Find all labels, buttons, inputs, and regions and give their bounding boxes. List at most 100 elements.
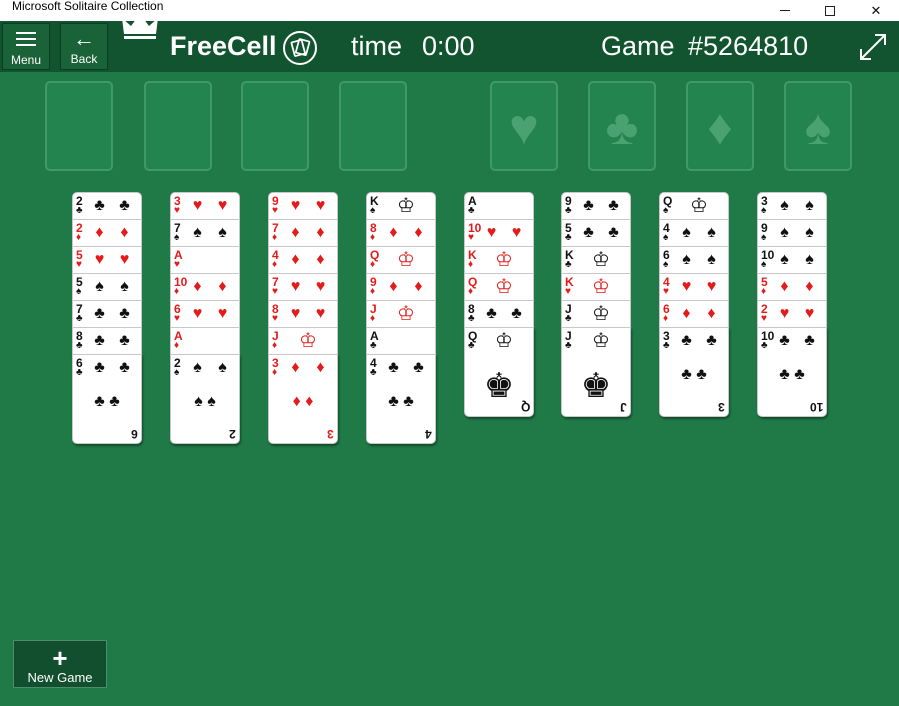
card-center-pips: ♣ ♣ — [388, 393, 414, 410]
new-game-button[interactable]: + New Game — [13, 640, 107, 688]
playing-card[interactable]: J ♣ ♔ ♚ J — [561, 327, 631, 417]
playing-card[interactable]: Q ♠ ♔ — [659, 192, 729, 221]
playing-card[interactable]: 4 ♥ ♥ ♥ — [659, 273, 729, 302]
playing-card[interactable]: 3 ♥ ♥ ♥ — [170, 192, 240, 221]
playing-card[interactable]: A ♣ — [366, 327, 436, 356]
playing-card[interactable]: 2 ♠ ♠ ♠ ♠ ♠ 2 — [170, 354, 240, 444]
game-title: FreeCell — [170, 31, 277, 61]
card-pips: ♣ ♣ — [94, 359, 130, 376]
card-suit-icon: ♣ — [468, 313, 475, 324]
playing-card[interactable]: 3 ♦ ♦ ♦ ♦ ♦ 3 — [268, 354, 338, 444]
playing-card[interactable]: 2 ♣ ♣ ♣ — [72, 192, 142, 221]
game-mode-badge-icon[interactable] — [283, 31, 317, 65]
card-suit-icon: ♦ — [76, 232, 82, 243]
playing-card[interactable]: 10 ♥ ♥ ♥ — [464, 219, 534, 248]
menu-button[interactable]: Menu — [2, 23, 50, 70]
playing-card[interactable]: Q ♦ ♔ — [366, 246, 436, 275]
playing-card[interactable]: 4 ♣ ♣ ♣ ♣ ♣ 4 — [366, 354, 436, 444]
playing-card[interactable]: 10 ♣ ♣ ♣ ♣ ♣ 10 — [757, 327, 827, 417]
club-suit-icon: ♣ — [605, 99, 639, 155]
card-pips: ♣ ♣ — [94, 305, 130, 322]
foundation-diamonds[interactable]: ♦ — [686, 81, 754, 171]
card-suit-icon: ♦ — [370, 232, 376, 243]
playing-card[interactable]: 4 ♦ ♦ ♦ — [268, 246, 338, 275]
fullscreen-icon[interactable] — [858, 32, 888, 62]
playing-card[interactable]: 9 ♥ ♥ ♥ — [268, 192, 338, 221]
back-button[interactable]: ← Back — [60, 23, 108, 70]
playing-card[interactable]: J ♣ ♔ — [561, 300, 631, 329]
playing-card[interactable]: 2 ♥ ♥ ♥ — [757, 300, 827, 329]
playing-card[interactable]: J ♦ ♔ — [366, 300, 436, 329]
playing-card[interactable]: 10 ♦ ♦ ♦ — [170, 273, 240, 302]
close-button[interactable]: ✕ — [853, 0, 899, 21]
playing-card[interactable]: Q ♦ ♔ — [464, 273, 534, 302]
card-pips: ♦ ♦ — [291, 359, 325, 376]
free-cell-4[interactable] — [339, 81, 407, 171]
playing-card[interactable]: 9 ♣ ♣ ♣ — [561, 192, 631, 221]
playing-card[interactable]: 6 ♣ ♣ ♣ ♣ ♣ 6 — [72, 354, 142, 444]
hamburger-icon — [16, 32, 36, 50]
playing-card[interactable]: J ♦ ♔ — [268, 327, 338, 356]
playing-card[interactable]: 8 ♦ ♦ ♦ — [366, 219, 436, 248]
playing-card[interactable]: 9 ♦ ♦ ♦ — [366, 273, 436, 302]
playing-card[interactable]: 6 ♦ ♦ ♦ — [659, 300, 729, 329]
card-suit-icon: ♣ — [76, 205, 83, 216]
playing-card[interactable]: 10 ♠ ♠ ♠ — [757, 246, 827, 275]
foundation-clubs[interactable]: ♣ — [588, 81, 656, 171]
card-pips: ♠ ♠ — [682, 224, 716, 241]
free-cell-2[interactable] — [144, 81, 212, 171]
time-value: 0:00 — [422, 31, 475, 61]
playing-card[interactable]: 7 ♣ ♣ ♣ — [72, 300, 142, 329]
card-suit-icon: ♣ — [76, 340, 83, 351]
playing-card[interactable]: 5 ♦ ♦ ♦ — [757, 273, 827, 302]
card-pips: ♥ ♥ — [290, 197, 326, 214]
card-pips: ♔ — [592, 303, 610, 325]
playing-card[interactable]: 7 ♦ ♦ ♦ — [268, 219, 338, 248]
playing-card[interactable]: 4 ♠ ♠ ♠ — [659, 219, 729, 248]
playing-card[interactable]: 7 ♠ ♠ ♠ — [170, 219, 240, 248]
free-cell-1[interactable] — [45, 81, 113, 171]
playing-card[interactable]: 5 ♠ ♠ ♠ — [72, 273, 142, 302]
foundation-hearts[interactable]: ♥ — [490, 81, 558, 171]
playing-card[interactable]: 8 ♥ ♥ ♥ — [268, 300, 338, 329]
maximize-button[interactable] — [807, 0, 853, 21]
playing-card[interactable]: A ♥ — [170, 246, 240, 275]
playing-card[interactable]: 8 ♣ ♣ ♣ — [464, 300, 534, 329]
card-suit-icon: ♦ — [370, 259, 376, 270]
playing-card[interactable]: 3 ♣ ♣ ♣ ♣ ♣ 3 — [659, 327, 729, 417]
minimize-button[interactable] — [762, 0, 808, 21]
playing-card[interactable]: 6 ♠ ♠ ♠ — [659, 246, 729, 275]
playing-card[interactable]: K ♥ ♔ — [561, 273, 631, 302]
playing-card[interactable]: A ♦ — [170, 327, 240, 356]
card-suit-icon: ♠ — [370, 205, 376, 216]
playing-card[interactable]: Q ♣ ♔ ♚ Q — [464, 327, 534, 417]
heart-suit-icon: ♥ — [509, 99, 539, 155]
card-pips: ♔ — [299, 330, 317, 352]
playing-card[interactable]: 3 ♠ ♠ ♠ — [757, 192, 827, 221]
card-suit-icon: ♣ — [761, 340, 768, 351]
playing-card[interactable]: 9 ♠ ♠ ♠ — [757, 219, 827, 248]
card-pips: ♣ ♣ — [583, 224, 619, 241]
card-pips: ♦ ♦ — [95, 224, 129, 241]
card-rank-bottom: 3 — [327, 427, 334, 441]
playing-card[interactable]: K ♦ ♔ — [464, 246, 534, 275]
card-suit-icon: ♦ — [663, 313, 669, 324]
playing-card[interactable]: 6 ♥ ♥ ♥ — [170, 300, 240, 329]
playing-card[interactable]: 7 ♥ ♥ ♥ — [268, 273, 338, 302]
card-suit-icon: ♣ — [468, 340, 475, 351]
playing-card[interactable]: 8 ♣ ♣ ♣ — [72, 327, 142, 356]
card-pips: ♔ — [397, 249, 415, 271]
playing-card[interactable]: A ♣ — [464, 192, 534, 221]
card-suit-icon: ♦ — [272, 340, 278, 351]
foundation-spades[interactable]: ♠ — [784, 81, 852, 171]
playing-card[interactable]: 2 ♦ ♦ ♦ — [72, 219, 142, 248]
playing-card[interactable]: K ♠ ♔ — [366, 192, 436, 221]
card-pips: ♦ ♦ — [389, 278, 423, 295]
card-pips: ♥ ♥ — [290, 278, 326, 295]
playing-card[interactable]: K ♣ ♔ — [561, 246, 631, 275]
card-suit-icon: ♣ — [565, 259, 572, 270]
card-suit-icon: ♣ — [468, 205, 475, 216]
free-cell-3[interactable] — [241, 81, 309, 171]
playing-card[interactable]: 5 ♥ ♥ ♥ — [72, 246, 142, 275]
playing-card[interactable]: 5 ♣ ♣ ♣ — [561, 219, 631, 248]
